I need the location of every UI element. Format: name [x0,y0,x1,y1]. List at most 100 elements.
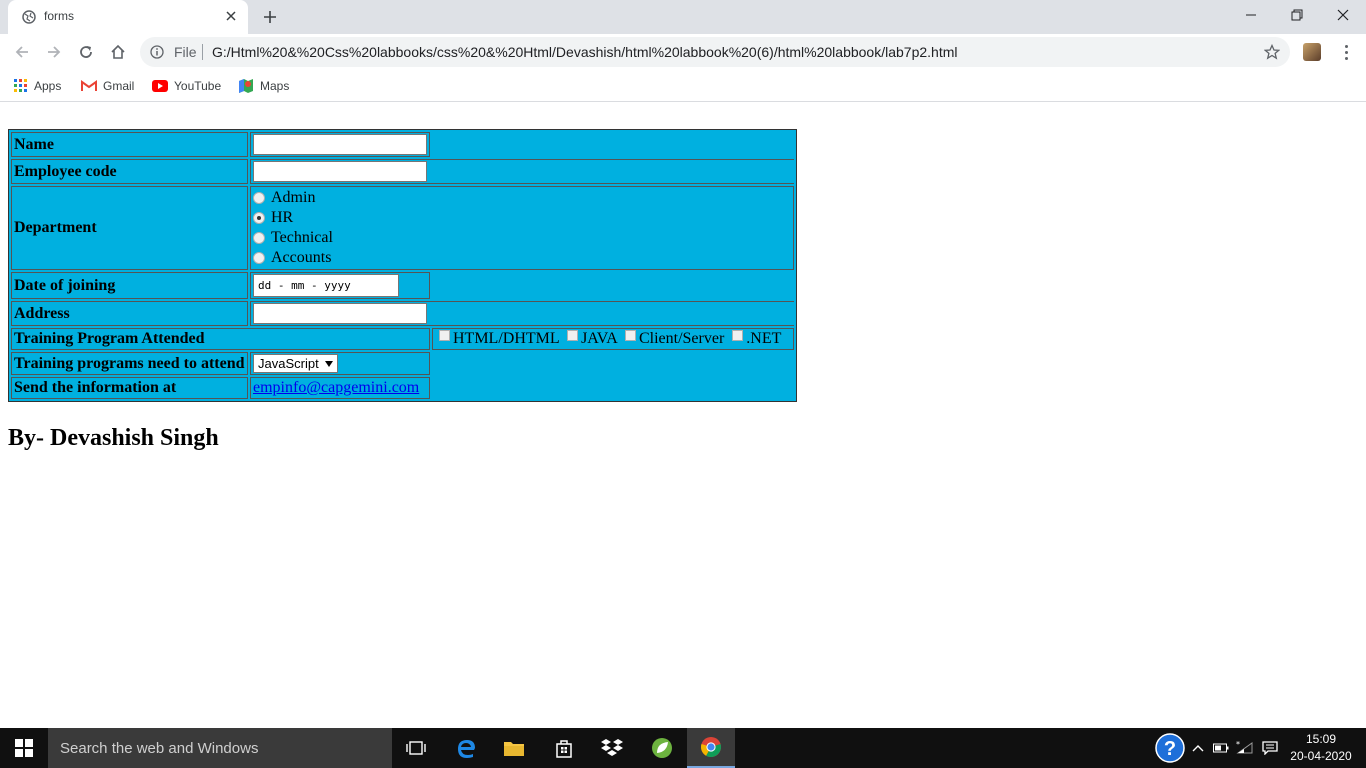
forward-arrow-icon [48,46,61,58]
close-window-button[interactable] [1320,0,1366,30]
browser-menu-icon[interactable] [1336,42,1356,62]
forward-button[interactable] [44,42,64,62]
employee-code-input[interactable] [253,161,427,182]
action-center-button[interactable] [1258,728,1282,768]
windows-logo-icon [15,739,33,757]
bookmark-youtube[interactable]: YouTube [152,76,221,96]
row-training-need: Training programs need to attend JavaScr… [11,352,794,375]
radio-hr[interactable] [253,212,265,224]
date-cell: dd - mm - yyyy [250,272,430,299]
checkbox-java[interactable] [567,330,579,341]
checkbox-label: Client/Server [638,330,725,347]
store-button[interactable] [540,728,588,768]
row-send-info: Send the information at empinfo@capgemin… [11,377,794,399]
edge-button[interactable] [442,728,490,768]
help-question-icon: ? [1155,733,1185,763]
row-training-attended: Training Program Attended HTML/DHTML JAV… [11,328,794,350]
file-label: File [174,44,197,60]
radio-label: Technical [271,229,333,246]
bookmark-label: YouTube [174,79,222,93]
radio-technical[interactable] [253,232,265,244]
system-clock[interactable]: 15:09 20-04-2020 [1284,731,1358,765]
row-employee-code: Employee code [11,159,794,184]
page-content: Name Employee code Department Admin HR T… [0,103,1366,728]
search-placeholder: Search the web and Windows [60,740,259,757]
bookmarks-bar: Apps Gmail YouTube Maps [0,70,1366,102]
radio-label: Admin [271,189,316,206]
restore-button[interactable] [1274,0,1320,30]
checkbox-label: .NET [746,330,782,347]
chrome-icon [701,737,721,758]
start-button[interactable] [0,728,48,768]
taskbar-search[interactable]: Search the web and Windows [48,728,392,768]
close-icon [1337,9,1349,21]
checkbox-html-dhtml[interactable] [439,330,450,341]
close-tab-icon[interactable] [224,9,238,23]
empty-cell [432,377,794,399]
wifi-status[interactable]: * [1234,728,1256,768]
email-cell: empinfo@capgemini.com [250,377,430,399]
tab-forms[interactable]: forms [8,0,248,34]
training-need-cell: JavaScript [250,352,430,375]
wifi-icon: * [1236,741,1253,754]
task-view-icon [406,741,426,755]
clock-date: 20-04-2020 [1290,749,1352,763]
department-option-accounts[interactable]: Accounts [253,248,791,268]
department-option-admin[interactable]: Admin [253,188,791,208]
email-link[interactable]: empinfo@capgemini.com [253,379,419,396]
minimize-icon [1246,14,1256,16]
date-input[interactable]: dd - mm - yyyy [253,274,399,297]
department-option-technical[interactable]: Technical [253,228,791,248]
new-tab-icon[interactable] [262,9,278,25]
home-button[interactable] [108,42,128,62]
file-explorer-button[interactable] [490,728,538,768]
task-view-button[interactable] [392,728,440,768]
back-arrow-icon [15,46,28,58]
radio-accounts[interactable] [253,252,265,264]
bookmark-label: Apps [34,79,62,93]
checkbox-client-server[interactable] [624,330,636,341]
spring-leaf-icon [652,738,672,758]
url-text[interactable]: G:/Html%20&%20Css%20labbooks/css%20&%20H… [212,44,958,60]
address-bar[interactable]: File G:/Html%20&%20Css%20labbooks/css%20… [140,37,1290,67]
minimize-button[interactable] [1228,0,1274,30]
address-cell [250,301,794,326]
address-label: Address [11,301,248,326]
windows-taskbar: Search the web and Windows ? * 15:09 20-… [0,728,1366,768]
name-input[interactable] [253,134,427,155]
row-date-of-joining: Date of joining dd - mm - yyyy [11,272,794,299]
radio-admin[interactable] [253,192,265,204]
help-button[interactable]: ? [1154,728,1186,768]
bookmark-gmail[interactable]: Gmail [81,76,134,96]
employee-code-cell [250,159,794,184]
spring-tool-button[interactable] [638,728,686,768]
checkbox-dotnet[interactable] [732,330,744,341]
bookmark-label: Gmail [103,79,135,93]
bookmark-apps[interactable]: Apps [14,76,61,96]
address-input[interactable] [253,303,427,324]
department-option-hr[interactable]: HR [253,208,791,228]
bookmark-maps[interactable]: Maps [238,76,289,96]
select-value: JavaScript [258,356,319,371]
globe-icon [22,10,36,24]
radio-label: HR [271,209,294,226]
omnibox-divider [202,44,203,60]
battery-status[interactable] [1210,728,1232,768]
info-icon[interactable] [150,45,164,59]
name-cell [250,132,430,157]
training-need-label: Training programs need to attend [11,352,248,375]
profile-avatar[interactable] [1303,43,1321,61]
checkbox-label: JAVA [581,330,617,347]
chrome-button[interactable] [687,728,735,768]
reload-button[interactable] [76,42,96,62]
dropbox-button[interactable] [588,728,636,768]
checkbox-label: HTML/DHTML [453,330,560,347]
battery-icon [1213,743,1229,753]
row-department: Department Admin HR Technical Accounts [11,186,794,270]
training-select[interactable]: JavaScript [253,354,338,373]
show-hidden-icons-button[interactable] [1188,728,1208,768]
home-icon [111,44,125,59]
gmail-icon [81,80,97,91]
back-button[interactable] [12,42,32,62]
bookmark-star-icon[interactable] [1264,44,1280,60]
